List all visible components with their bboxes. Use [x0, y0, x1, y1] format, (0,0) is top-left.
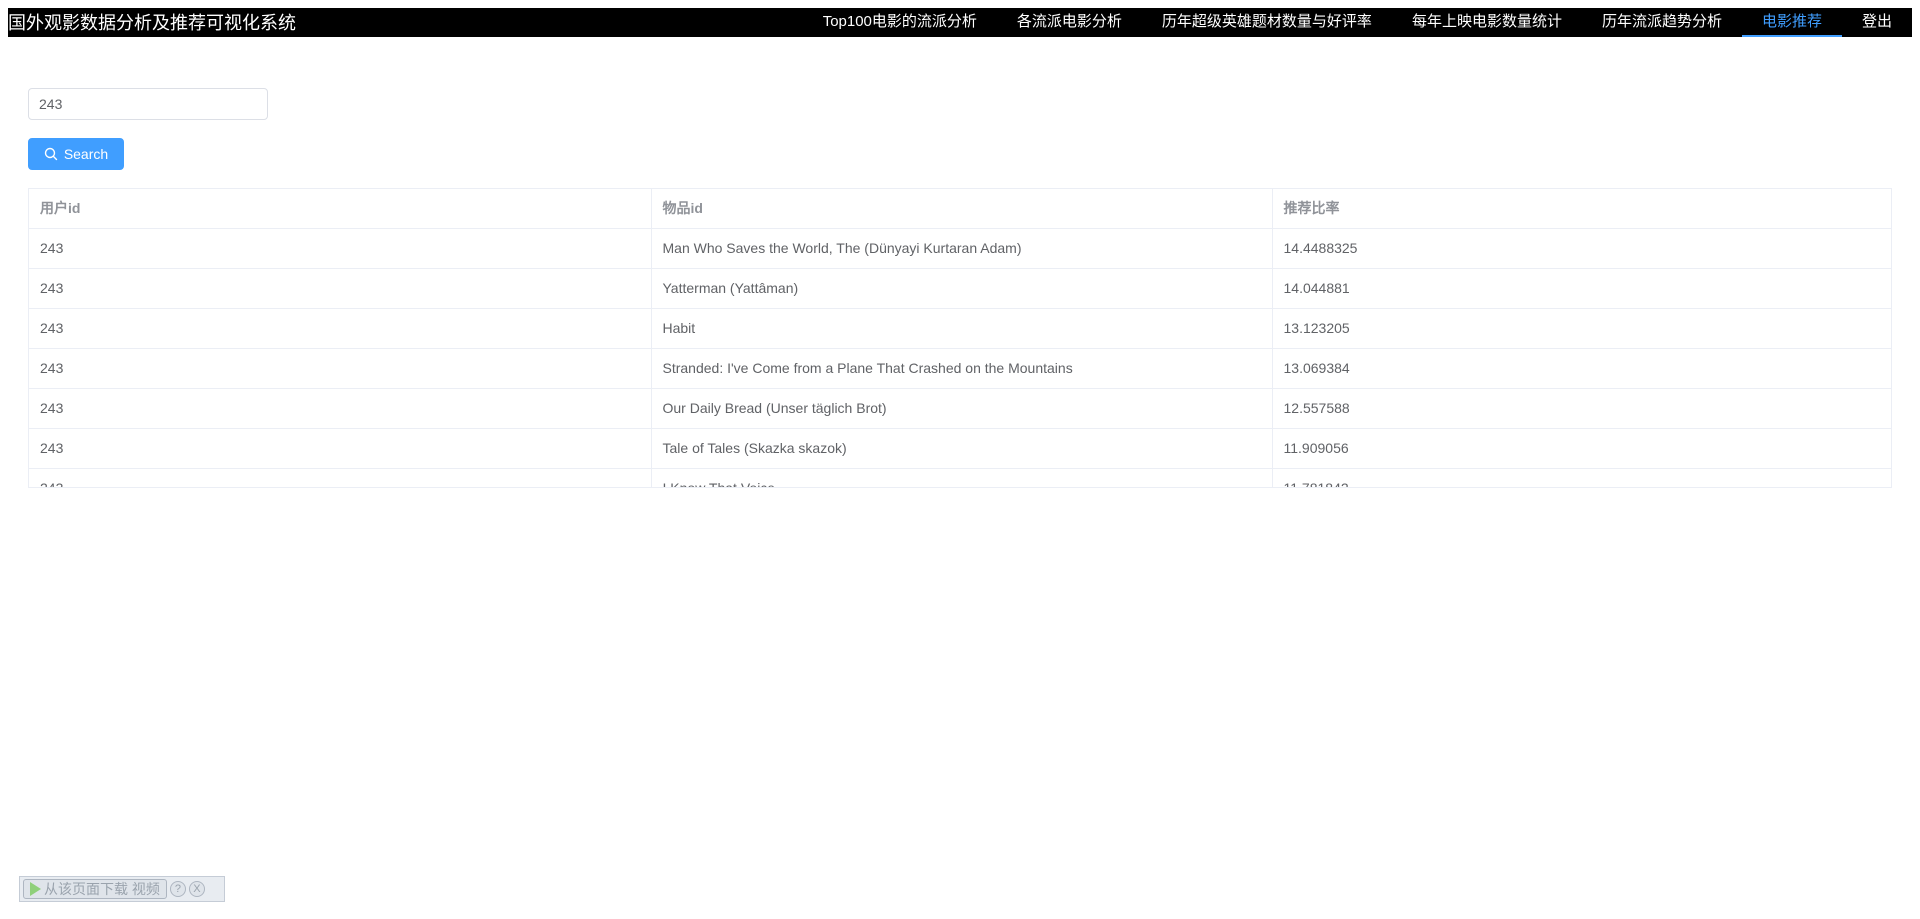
column-header-user-id: 用户id — [29, 189, 652, 229]
table-row: 243 Man Who Saves the World, The (Dünyay… — [29, 228, 1891, 269]
nav-item-superhero-trend[interactable]: 历年超级英雄题材数量与好评率 — [1142, 8, 1392, 37]
cell-user-id: 243 — [29, 388, 652, 429]
cell-user-id: 243 — [29, 468, 652, 487]
column-header-item-id: 物品id — [651, 189, 1273, 229]
cell-user-id: 243 — [29, 348, 652, 389]
cell-item-id: Habit — [651, 308, 1273, 349]
nav-item-logout[interactable]: 登出 — [1842, 8, 1912, 37]
help-button[interactable]: ? — [169, 881, 186, 897]
cell-rate: 12.557588 — [1272, 388, 1891, 429]
column-header-rate: 推荐比率 — [1272, 189, 1891, 229]
cell-rate: 13.069384 — [1272, 348, 1891, 389]
nav-item-recommend[interactable]: 电影推荐 — [1741, 8, 1842, 37]
user-id-input[interactable] — [28, 88, 268, 120]
cell-rate: 11.781842 — [1272, 468, 1891, 487]
cell-user-id: 243 — [29, 308, 652, 349]
nav-item-yearly-count[interactable]: 每年上映电影数量统计 — [1392, 8, 1582, 37]
cell-rate: 14.044881 — [1272, 268, 1891, 309]
cell-item-id: Stranded: I've Come from a Plane That Cr… — [651, 348, 1273, 389]
cell-item-id: I Know That Voice — [651, 468, 1273, 487]
table-row: 243 Stranded: I've Come from a Plane Tha… — [29, 348, 1891, 389]
app-title: 国外观影数据分析及推荐可视化系统 — [8, 13, 296, 33]
cell-user-id: 243 — [29, 228, 652, 269]
video-download-bar: 从该页面下载 视频 ? X — [19, 876, 225, 902]
cell-item-id: Our Daily Bread (Unser täglich Brot) — [651, 388, 1273, 429]
close-button[interactable]: X — [188, 881, 205, 897]
download-video-button[interactable]: 从该页面下载 视频 — [23, 879, 167, 899]
recommendation-table: 用户id 物品id 推荐比率 243 Man Who Saves the Wor… — [28, 188, 1892, 488]
nav-item-genre-trend[interactable]: 历年流派趋势分析 — [1582, 8, 1742, 37]
table-row: 243 Yatterman (Yattâman) 14.044881 — [29, 268, 1891, 309]
cell-user-id: 243 — [29, 268, 652, 309]
main-nav: Top100电影的流派分析 各流派电影分析 历年超级英雄题材数量与好评率 每年上… — [803, 8, 1912, 37]
nav-item-top100-genre[interactable]: Top100电影的流派分析 — [803, 8, 997, 37]
search-icon — [44, 147, 58, 161]
cell-user-id: 243 — [29, 428, 652, 469]
search-button[interactable]: Search — [28, 138, 124, 170]
cell-rate: 14.4488325 — [1272, 228, 1891, 269]
table-header-row: 用户id 物品id 推荐比率 — [29, 189, 1891, 229]
table-row: 243 Habit 13.123205 — [29, 308, 1891, 349]
cell-item-id: Yatterman (Yattâman) — [651, 268, 1273, 309]
table-row: 243 Tale of Tales (Skazka skazok) 11.909… — [29, 428, 1891, 469]
table-row: 243 Our Daily Bread (Unser täglich Brot)… — [29, 388, 1891, 429]
top-navbar: 国外观影数据分析及推荐可视化系统 Top100电影的流派分析 各流派电影分析 历… — [8, 8, 1912, 37]
play-icon — [30, 882, 41, 896]
search-button-label: Search — [63, 146, 109, 162]
cell-rate: 11.909056 — [1272, 428, 1891, 469]
cell-item-id: Tale of Tales (Skazka skazok) — [651, 428, 1273, 469]
nav-item-genre-analysis[interactable]: 各流派电影分析 — [997, 8, 1142, 37]
table-row: 243 I Know That Voice 11.781842 — [29, 468, 1891, 487]
download-video-label: 从该页面下载 视频 — [44, 881, 160, 897]
cell-rate: 13.123205 — [1272, 308, 1891, 349]
cell-item-id: Man Who Saves the World, The (Dünyayi Ku… — [651, 228, 1273, 269]
